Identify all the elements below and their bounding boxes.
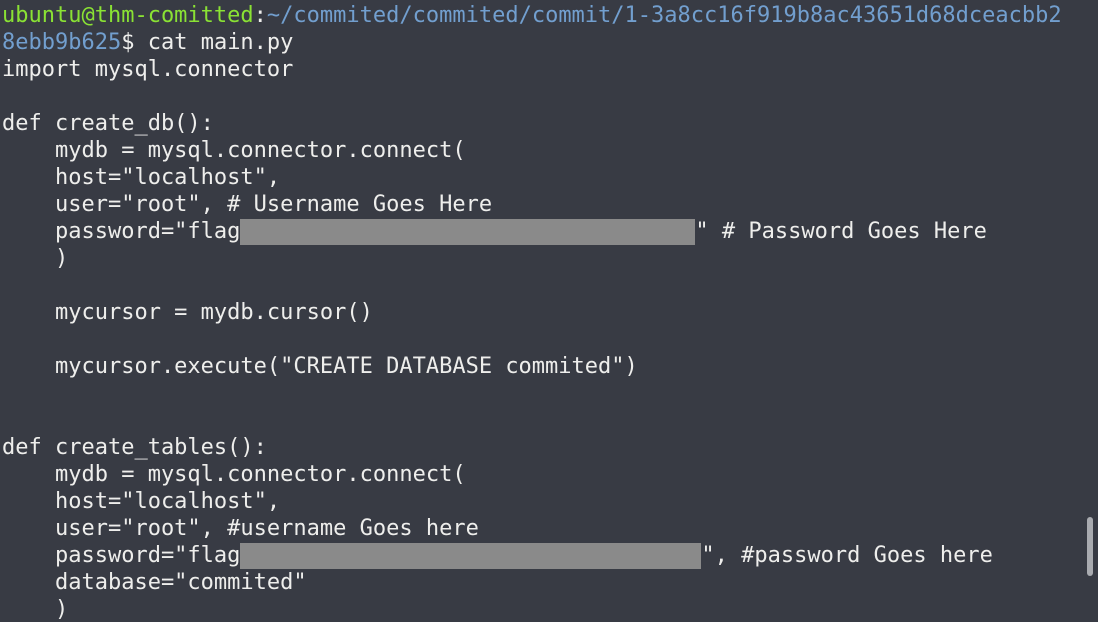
password-prefix: password="flag [2, 543, 241, 568]
redaction-bar [240, 543, 702, 569]
vertical-scrollbar[interactable] [1082, 0, 1098, 622]
password-prefix: password="flag [2, 219, 241, 244]
redaction-bar [240, 219, 696, 245]
prompt-line-continued: 8ebb9b625$ cat main.py [2, 29, 293, 56]
code-line: ) [2, 597, 69, 622]
password-suffix: " # Password Goes Here [695, 219, 987, 244]
code-line: import mysql.connector [2, 57, 294, 82]
code-line: database="commited" [2, 570, 307, 595]
code-line: user="root", #username Goes here [2, 516, 479, 541]
scrollbar-thumb[interactable] [1087, 517, 1093, 576]
code-line: ) [2, 246, 69, 271]
code-line: mydb = mysql.connector.connect( [2, 462, 466, 487]
code-line: mydb = mysql.connector.connect( [2, 138, 466, 163]
code-line-password: password="flag " # Password Goes Here [2, 218, 987, 245]
code-line: mycursor.execute("CREATE DATABASE commit… [2, 354, 638, 379]
code-line: def create_tables(): [2, 435, 267, 460]
code-line: host="localhost", [2, 165, 281, 190]
command-text: cat main.py [147, 30, 294, 55]
code-line: def create_db(): [2, 111, 214, 136]
code-line: user="root", # Username Goes Here [2, 192, 493, 217]
prompt-line: ubuntu@thm-comitted:~/commited/commited/… [2, 2, 1062, 29]
prompt-path-continued: 8ebb9b625 [2, 30, 122, 55]
code-line: host="localhost", [2, 489, 281, 514]
terminal-output[interactable]: ubuntu@thm-comitted:~/commited/commited/… [0, 0, 1082, 622]
prompt-dollar: $ [121, 30, 148, 55]
prompt-path: ~/commited/commited/commit/1-3a8cc16f919… [266, 3, 1062, 28]
password-suffix: ", #password Goes here [701, 543, 993, 568]
prompt-user-host: ubuntu@thm-comitted [2, 3, 254, 28]
code-line-password: password="flag ", #password Goes here [2, 542, 993, 569]
prompt-colon: : [253, 3, 267, 28]
code-line: mycursor = mydb.cursor() [2, 300, 373, 325]
